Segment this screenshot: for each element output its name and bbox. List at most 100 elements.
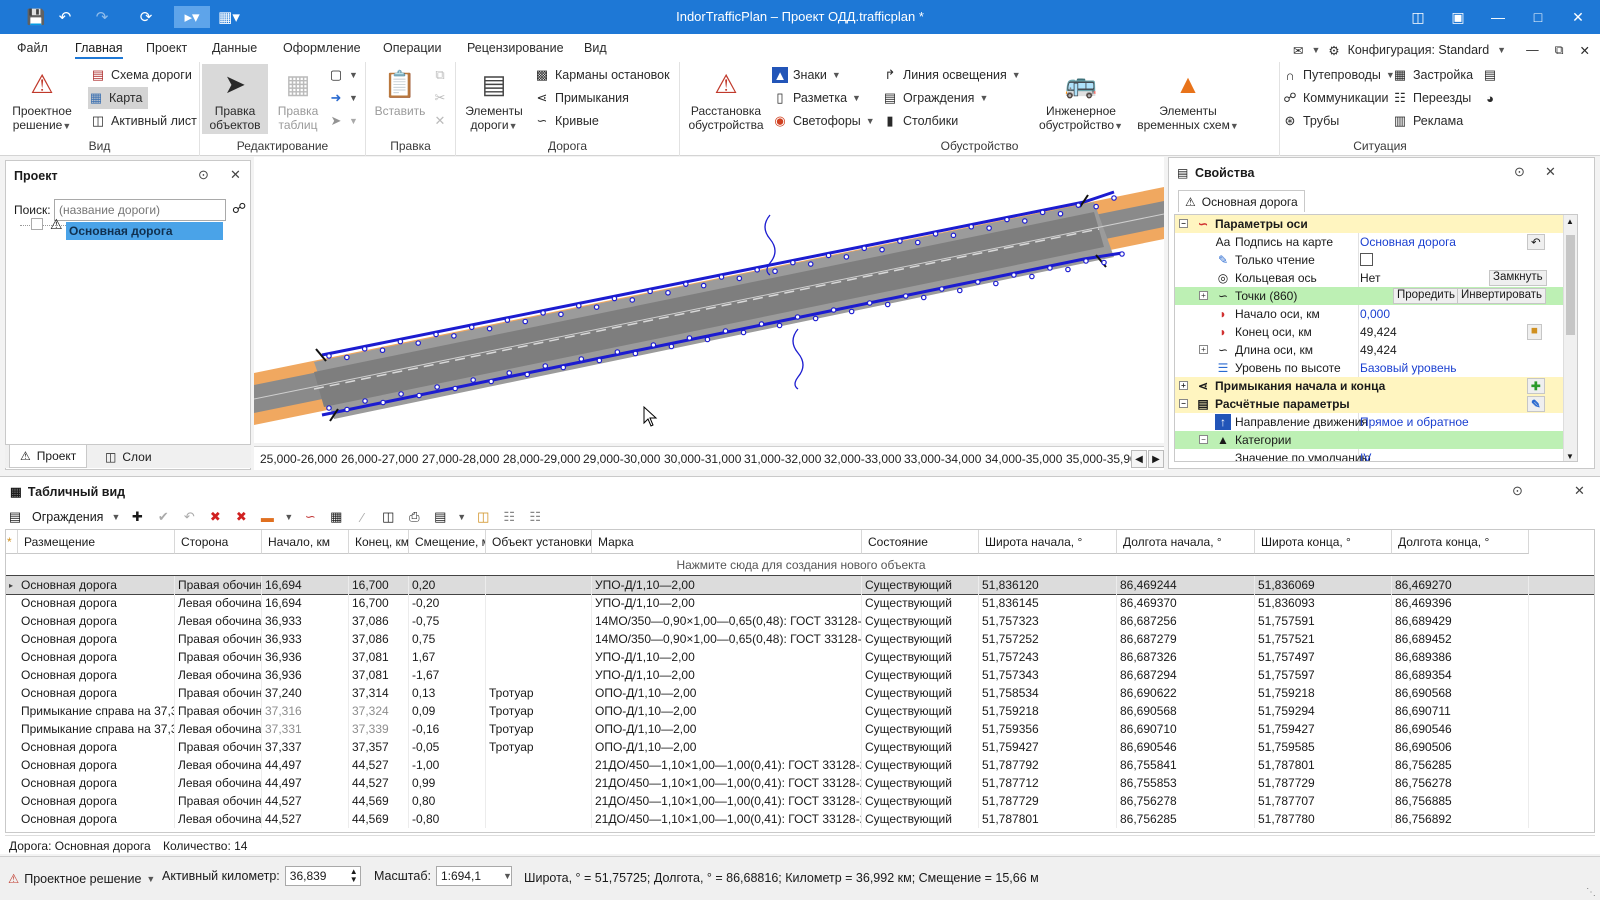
close-button[interactable]: ✕ bbox=[1563, 6, 1593, 28]
prop-category-junctions[interactable]: + ⋖ Примыкания начала и конца ✚ bbox=[1175, 377, 1577, 395]
column-header[interactable]: Долгота конца, ° bbox=[1392, 530, 1529, 554]
table-cell[interactable]: Левая обочина bbox=[175, 594, 262, 612]
table-cell[interactable]: Правая обочина bbox=[175, 576, 262, 594]
table-row[interactable]: Основная дорога Правая обочина 36,933 37,08… bbox=[6, 630, 1594, 648]
table-cell[interactable]: 51,759218 bbox=[979, 702, 1117, 720]
table-cell[interactable]: 51,758534 bbox=[979, 684, 1117, 702]
table-cell[interactable]: 0,99 bbox=[409, 774, 486, 792]
table-cell[interactable]: Основная дорога bbox=[18, 756, 175, 774]
table-cell[interactable]: 51,757591 bbox=[1255, 612, 1392, 630]
spin-icon[interactable]: ▲ ▼ bbox=[350, 868, 358, 884]
table-cell[interactable]: 37,331 bbox=[262, 720, 349, 738]
table-cell[interactable]: 51,757597 bbox=[1255, 666, 1392, 684]
configuration-selector[interactable]: Конфигурация: Standard bbox=[1348, 43, 1490, 57]
column-header[interactable]: Смещение, м bbox=[409, 530, 486, 554]
print-icon[interactable]: ⎙ bbox=[405, 508, 423, 526]
table-cell[interactable]: 86,690711 bbox=[1392, 702, 1529, 720]
new-row-hint[interactable]: Нажмите сюда для создания нового объекта bbox=[6, 554, 1594, 576]
table-cell[interactable]: 86,690546 bbox=[1392, 720, 1529, 738]
table-cell[interactable] bbox=[486, 630, 592, 648]
ads-button[interactable]: ▥ Реклама bbox=[1392, 110, 1463, 132]
table-cell[interactable]: 86,469244 bbox=[1117, 576, 1255, 594]
ruler-segment[interactable]: 35,000-35,90 bbox=[1066, 452, 1137, 466]
table-cell[interactable]: 51,757343 bbox=[979, 666, 1117, 684]
table-cell[interactable]: Основная дорога bbox=[18, 774, 175, 792]
table-cell[interactable]: Основная дорога bbox=[18, 648, 175, 666]
table-cell[interactable]: Левая обочина bbox=[175, 720, 262, 738]
table-cell[interactable]: 51,759218 bbox=[1255, 684, 1392, 702]
ruler-left-arrow[interactable]: ◀ bbox=[1131, 450, 1147, 468]
table-cell[interactable]: ОПО-Д/1,10—2,00 bbox=[592, 702, 862, 720]
map-canvas[interactable] bbox=[254, 157, 1164, 443]
close-panel-icon[interactable]: ✕ bbox=[1545, 164, 1556, 180]
table-cell[interactable] bbox=[486, 810, 592, 828]
table-cell[interactable]: -0,20 bbox=[409, 594, 486, 612]
table-cell[interactable] bbox=[486, 648, 592, 666]
road-scheme-button[interactable]: ▤ Схема дороги bbox=[90, 64, 192, 86]
table-cell[interactable]: Левая обочина bbox=[175, 756, 262, 774]
row-indicator[interactable] bbox=[6, 756, 16, 774]
close-panel-icon[interactable]: ✕ bbox=[230, 167, 241, 183]
row-indicator[interactable] bbox=[6, 666, 16, 684]
table-cell[interactable]: 44,527 bbox=[349, 756, 409, 774]
ruler-right-arrow[interactable]: ▶ bbox=[1148, 450, 1164, 468]
delete-button[interactable]: ✕ bbox=[432, 110, 448, 132]
table-cell[interactable]: Основная дорога bbox=[18, 576, 175, 594]
table-cell[interactable]: 86,690568 bbox=[1392, 684, 1529, 702]
table-cell[interactable]: УПО-Д/1,10—2,00 bbox=[592, 576, 862, 594]
prop-categories[interactable]: − ▲ Категории bbox=[1175, 431, 1577, 449]
column-header[interactable]: Конец, км bbox=[349, 530, 409, 554]
table-row[interactable]: Основная дорога Левая обочина 44,497 44,527… bbox=[6, 774, 1594, 792]
table-cell[interactable]: 36,936 bbox=[262, 666, 349, 684]
table-cell[interactable]: 86,690546 bbox=[1117, 738, 1255, 756]
junctions-button[interactable]: ⋖ Примыкания bbox=[534, 87, 629, 109]
table-cell[interactable]: 44,569 bbox=[349, 810, 409, 828]
curves-button[interactable]: ∽ Кривые bbox=[534, 110, 599, 132]
mail-icon[interactable]: ✉ bbox=[1293, 43, 1303, 58]
table-cell[interactable]: Существующий bbox=[862, 648, 979, 666]
tab-view[interactable]: Вид bbox=[584, 41, 607, 55]
undo-icon[interactable]: ↶ bbox=[180, 508, 198, 526]
table-cell[interactable]: ОПО-Д/1,10—2,00 bbox=[592, 684, 862, 702]
table-cell[interactable]: 86,687256 bbox=[1117, 612, 1255, 630]
tree-item-main-road[interactable]: Основная дорога bbox=[66, 222, 223, 240]
table-cell[interactable]: 37,086 bbox=[349, 630, 409, 648]
ruler-segment[interactable]: 32,000-33,000 bbox=[824, 452, 901, 466]
edit-objects-button[interactable]: ➤ Правка объектов bbox=[202, 64, 268, 134]
table-cell[interactable] bbox=[486, 576, 592, 594]
copy-button[interactable]: ⧉ bbox=[432, 64, 448, 86]
table-cell[interactable]: 86,756885 bbox=[1392, 792, 1529, 810]
maximize-button[interactable]: □ bbox=[1523, 6, 1553, 28]
engineering-button[interactable]: 🚌 Инженерное обустройство▼ bbox=[1036, 64, 1126, 134]
table-cell[interactable]: УПО-Д/1,10—2,00 bbox=[592, 648, 862, 666]
table-cell[interactable]: 86,756278 bbox=[1392, 774, 1529, 792]
stripes-icon[interactable]: ∕ bbox=[353, 508, 371, 526]
active-sheet-button[interactable]: ◫ Активный лист bbox=[90, 110, 197, 132]
column-header[interactable]: Объект установки bbox=[486, 530, 592, 554]
table-cell[interactable]: 0,09 bbox=[409, 702, 486, 720]
table-cell[interactable]: -0,75 bbox=[409, 612, 486, 630]
table-cell[interactable]: 44,527 bbox=[349, 774, 409, 792]
table-cell[interactable]: 86,756285 bbox=[1117, 810, 1255, 828]
row-indicator[interactable] bbox=[6, 648, 16, 666]
tab-data[interactable]: Данные bbox=[212, 41, 257, 55]
ruler-segment[interactable]: 27,000-28,000 bbox=[422, 452, 499, 466]
tab-layers[interactable]: ◫ Слои bbox=[95, 445, 162, 468]
table-cell[interactable]: Левая обочина bbox=[175, 774, 262, 792]
table-cell[interactable]: 51,787792 bbox=[979, 756, 1117, 774]
table-cell[interactable]: 51,757521 bbox=[1255, 630, 1392, 648]
table-cell[interactable]: 86,687326 bbox=[1117, 648, 1255, 666]
row-indicator[interactable] bbox=[6, 720, 16, 738]
communications-button[interactable]: ☍ Коммуникации bbox=[1282, 87, 1388, 109]
close-ring-button[interactable]: Замкнуть bbox=[1489, 270, 1547, 286]
object-type-dropdown[interactable]: Ограждения bbox=[32, 510, 103, 524]
prop-direction[interactable]: ↑ Направление движения Прямое и обратное bbox=[1175, 413, 1577, 431]
scroll-up-icon[interactable]: ▲ bbox=[1566, 217, 1574, 226]
table-cell[interactable]: Существующий bbox=[862, 774, 979, 792]
tab-home[interactable]: Главная bbox=[75, 41, 123, 59]
expand-icon[interactable]: + bbox=[1199, 345, 1208, 354]
new-object-icon[interactable]: ✚ bbox=[128, 508, 146, 526]
column-header[interactable]: Начало, км bbox=[262, 530, 349, 554]
prop-default-value[interactable]: Значение по умолчанию IV bbox=[1175, 449, 1577, 461]
table-cell[interactable]: 14МО/350—0,90×1,00—0,65(0,48): ГОСТ 3312… bbox=[592, 612, 862, 630]
